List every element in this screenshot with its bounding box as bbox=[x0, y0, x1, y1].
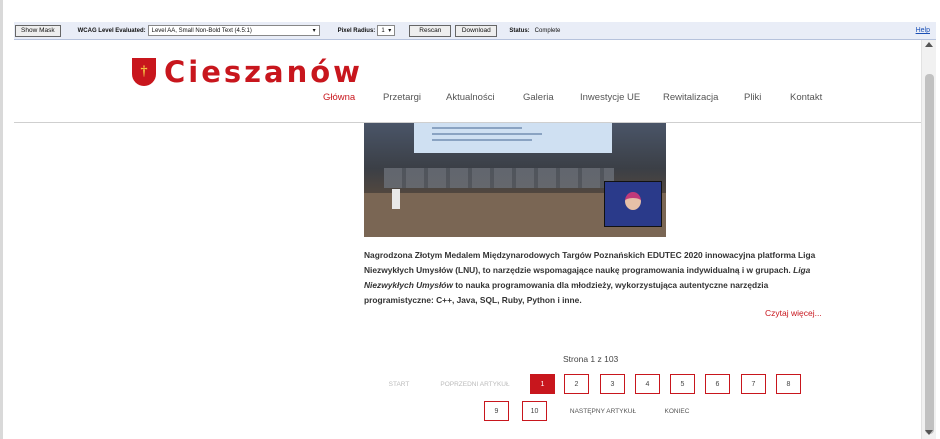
wcag-level-value: Level AA, Small Non-Bold Text (4.5:1) bbox=[151, 27, 252, 34]
pagination-page[interactable]: 4 bbox=[635, 374, 660, 394]
vertical-scrollbar[interactable] bbox=[921, 40, 936, 439]
pagination-page[interactable]: 2 bbox=[564, 374, 589, 394]
download-button[interactable]: Download bbox=[455, 24, 498, 37]
nav-item-pliki[interactable]: Pliki bbox=[744, 92, 761, 103]
pagination-page[interactable]: 7 bbox=[741, 374, 766, 394]
nav-item-inwestycje-ue[interactable]: Inwestycje UE bbox=[580, 92, 640, 103]
logo-text: Cieszanów bbox=[164, 55, 363, 89]
auditorium-seats bbox=[384, 168, 614, 188]
rescan-button[interactable]: Rescan bbox=[409, 24, 452, 37]
pixel-radius-select[interactable]: 1 ▾ bbox=[377, 25, 396, 36]
pagination-page[interactable]: 8 bbox=[776, 374, 801, 394]
scroll-down-arrow-icon[interactable] bbox=[925, 430, 933, 435]
pagination-page[interactable]: 6 bbox=[705, 374, 730, 394]
scroll-up-arrow-icon[interactable] bbox=[925, 42, 933, 47]
pagination-prev: POPRZEDNI ARTYKUŁ bbox=[440, 380, 510, 388]
show-mask-button[interactable]: Show Mask bbox=[15, 24, 61, 37]
article-text-part: Nagrodzona Złotym Medalem Międzynarodowy… bbox=[364, 250, 816, 275]
help-link[interactable]: Help bbox=[916, 27, 930, 34]
page: Show Mask WCAG Level Evaluated: Level AA… bbox=[0, 0, 940, 439]
wcag-level-select[interactable]: Level AA, Small Non-Bold Text (4.5:1) ▾ bbox=[147, 25, 320, 36]
wcag-toolbar: Show Mask WCAG Level Evaluated: Level AA… bbox=[14, 22, 936, 40]
article-image[interactable] bbox=[364, 123, 666, 237]
nav-item-galeria[interactable]: Galeria bbox=[523, 92, 554, 103]
status-value: Complete bbox=[534, 27, 561, 34]
pagination-page[interactable]: 5 bbox=[670, 374, 695, 394]
window-border bbox=[0, 0, 3, 439]
robot-avatar bbox=[625, 192, 641, 210]
pagination-next[interactable]: NASTĘPNY ARTYKUŁ bbox=[565, 401, 641, 421]
read-more-link[interactable]: Czytaj więcej... bbox=[765, 308, 822, 318]
pagination-end[interactable]: KONIEC bbox=[659, 401, 695, 421]
pixel-radius-value: 1 bbox=[381, 27, 385, 34]
pagination-page[interactable]: 10 bbox=[522, 401, 547, 421]
article-excerpt: Nagrodzona Złotym Medalem Międzynarodowy… bbox=[364, 248, 834, 308]
site-logo[interactable]: † Cieszanów bbox=[132, 55, 363, 89]
nav-item-glowna[interactable]: Główna bbox=[323, 92, 355, 103]
pagination-page[interactable]: 3 bbox=[600, 374, 625, 394]
page-count: Strona 1 z 103 bbox=[563, 354, 619, 364]
status-label: Status: bbox=[509, 27, 530, 34]
pagination-page[interactable]: 1 bbox=[530, 374, 555, 394]
pagination-start: START bbox=[388, 380, 410, 388]
nav-item-kontakt[interactable]: Kontakt bbox=[790, 92, 822, 103]
chevron-down-icon: ▾ bbox=[312, 28, 316, 34]
site-header: † Cieszanów Główna Przetargi Aktualności… bbox=[14, 40, 921, 123]
speaker-figure bbox=[392, 189, 400, 209]
chevron-down-icon: ▾ bbox=[388, 28, 392, 34]
coat-of-arms-icon: † bbox=[132, 58, 156, 86]
nav-item-aktualnosci[interactable]: Aktualności bbox=[446, 92, 495, 103]
presentation-screen bbox=[414, 123, 612, 153]
scroll-thumb[interactable] bbox=[925, 74, 934, 434]
robot-display bbox=[604, 181, 662, 227]
nav-item-przetargi[interactable]: Przetargi bbox=[383, 92, 421, 103]
pagination-page[interactable]: 9 bbox=[484, 401, 509, 421]
nav-item-rewitalizacja[interactable]: Rewitalizacja bbox=[663, 92, 718, 103]
wcag-level-label: WCAG Level Evaluated: bbox=[77, 27, 146, 34]
pixel-radius-label: Pixel Radius: bbox=[337, 27, 376, 34]
